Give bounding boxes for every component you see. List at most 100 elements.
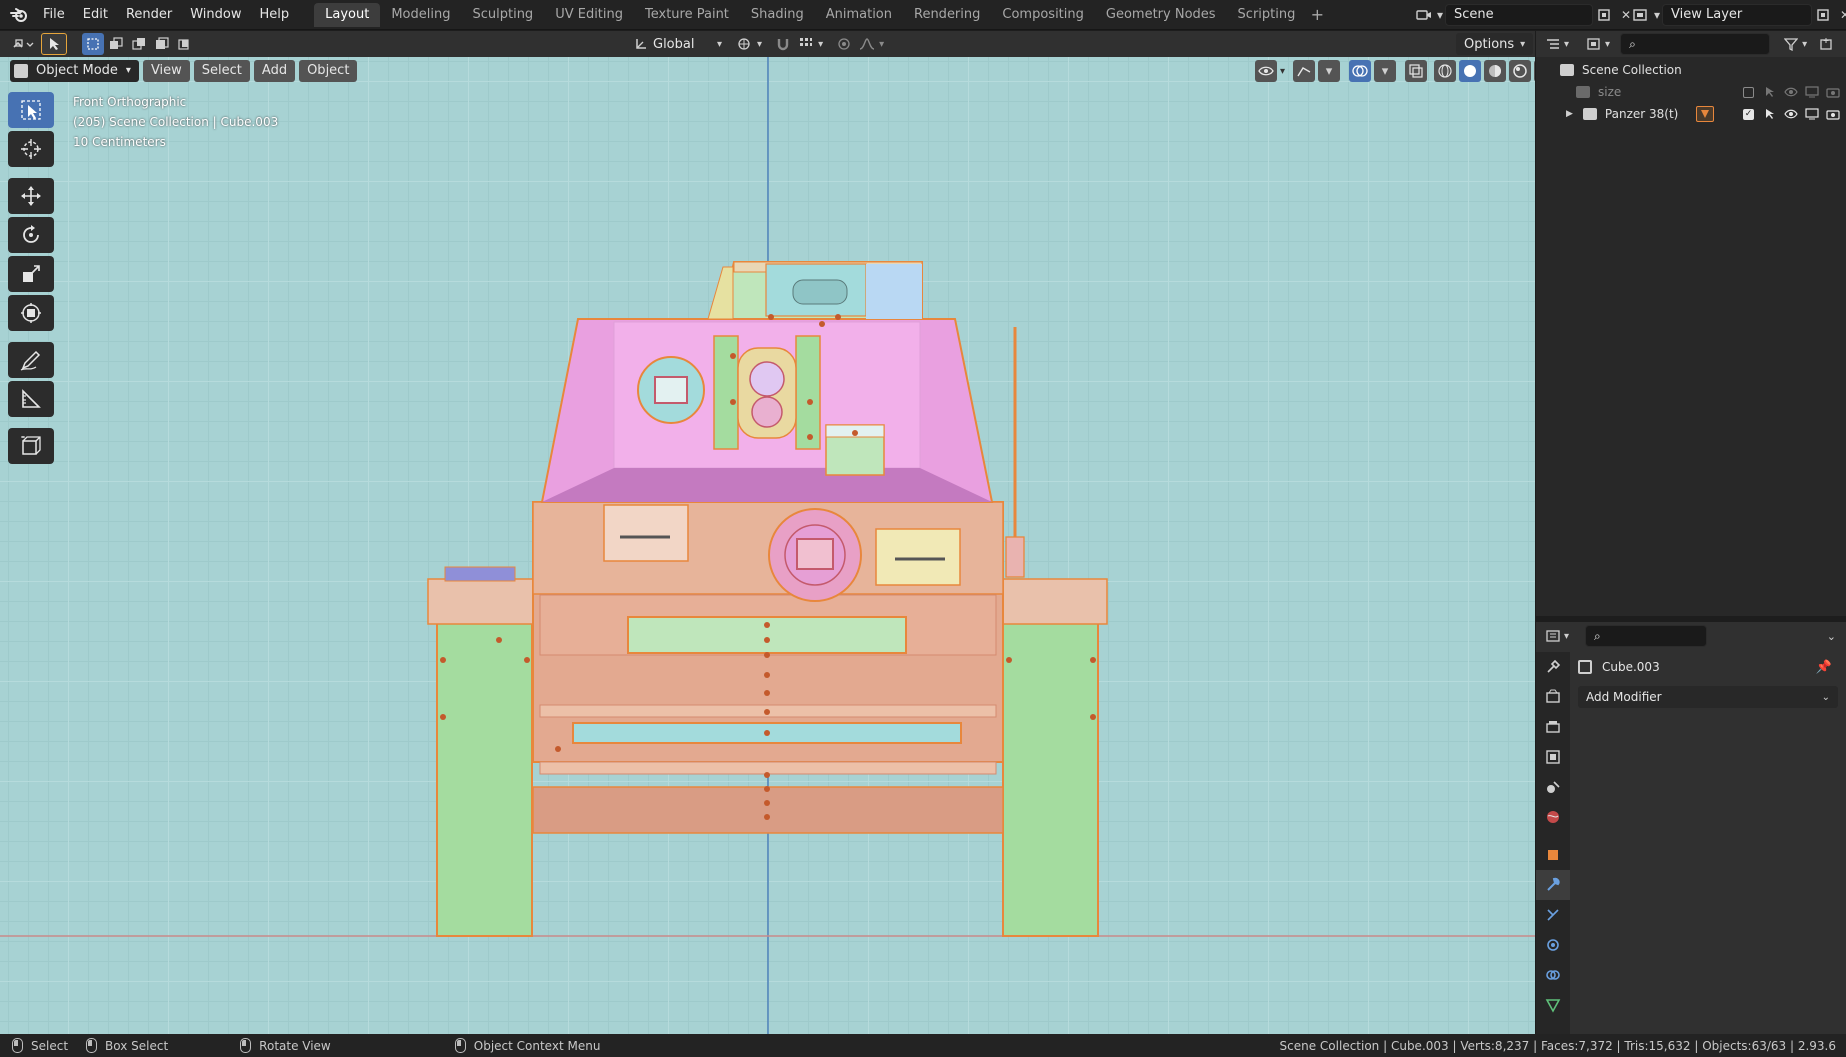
tank-model[interactable] bbox=[0, 57, 1535, 1034]
tab-texture-paint[interactable]: Texture Paint bbox=[634, 3, 740, 27]
object-tab-icon[interactable] bbox=[1536, 840, 1570, 870]
select-mode-extend-icon[interactable] bbox=[105, 33, 127, 55]
snap-increment-icon[interactable] bbox=[795, 33, 817, 55]
annotate-tool[interactable] bbox=[8, 342, 54, 378]
chevron-down-icon[interactable]: ▾ bbox=[879, 39, 884, 50]
mesh-data-icon[interactable] bbox=[1696, 106, 1714, 122]
add-workspace-button[interactable]: + bbox=[1306, 3, 1328, 27]
solid-shading-icon[interactable] bbox=[1459, 60, 1482, 82]
constraints-tab-icon[interactable] bbox=[1536, 960, 1570, 990]
tab-modeling[interactable]: Modeling bbox=[380, 3, 461, 27]
editor-type-icon[interactable] bbox=[6, 33, 40, 55]
tool-tab-icon[interactable] bbox=[1536, 652, 1570, 682]
selectable-arrow-icon[interactable] bbox=[1762, 107, 1777, 122]
chevron-down-icon[interactable]: ▾ bbox=[1564, 39, 1569, 50]
render-tab-icon[interactable] bbox=[1536, 682, 1570, 712]
particles-tab-icon[interactable] bbox=[1536, 900, 1570, 930]
overlays-dropdown-icon[interactable]: ▾ bbox=[1374, 60, 1397, 82]
add-modifier-dropdown[interactable]: Add Modifier ⌄ bbox=[1578, 686, 1838, 708]
chevron-down-icon[interactable]: ▾ bbox=[1605, 39, 1610, 50]
view-layer-tab-icon[interactable] bbox=[1536, 742, 1570, 772]
chevron-down-icon[interactable]: ▾ bbox=[1280, 66, 1285, 77]
data-tab-icon[interactable] bbox=[1536, 990, 1570, 1020]
scene-tab-icon[interactable] bbox=[1536, 772, 1570, 802]
chevron-down-icon[interactable]: ▾ bbox=[757, 39, 762, 50]
select-tool-icon[interactable] bbox=[41, 33, 67, 55]
world-tab-icon[interactable] bbox=[1536, 802, 1570, 832]
exclude-checkbox-icon[interactable] bbox=[1741, 85, 1756, 100]
material-shading-icon[interactable] bbox=[1484, 60, 1507, 82]
tab-geometry-nodes[interactable]: Geometry Nodes bbox=[1095, 3, 1227, 27]
rotate-tool[interactable] bbox=[8, 217, 54, 253]
chevron-down-icon[interactable]: ▾ bbox=[1435, 4, 1445, 26]
properties-editor-icon[interactable] bbox=[1542, 625, 1564, 647]
blender-logo-icon[interactable] bbox=[4, 0, 34, 30]
physics-tab-icon[interactable] bbox=[1536, 930, 1570, 960]
exclude-checkbox-icon[interactable]: ✓ bbox=[1741, 107, 1756, 122]
outliner-item-size[interactable]: size bbox=[1536, 81, 1846, 103]
monitor-icon[interactable] bbox=[1804, 85, 1819, 100]
xray-toggle-icon[interactable] bbox=[1405, 60, 1428, 82]
tab-layout[interactable]: Layout bbox=[314, 2, 381, 27]
falloff-curve-icon[interactable] bbox=[856, 33, 878, 55]
mode-dropdown[interactable]: Object Mode ▾ bbox=[10, 60, 139, 82]
select-mode-subtract-icon[interactable] bbox=[128, 33, 150, 55]
chevron-down-icon[interactable]: ▾ bbox=[717, 39, 722, 50]
tab-rendering[interactable]: Rendering bbox=[903, 3, 991, 27]
tab-compositing[interactable]: Compositing bbox=[991, 3, 1095, 27]
scene-icon[interactable] bbox=[1413, 4, 1435, 26]
new-scene-icon[interactable] bbox=[1593, 4, 1615, 26]
output-tab-icon[interactable] bbox=[1536, 712, 1570, 742]
chevron-down-icon[interactable]: ▾ bbox=[1652, 4, 1662, 26]
view-layer-icon[interactable] bbox=[1630, 4, 1652, 26]
filter-icon[interactable] bbox=[1780, 33, 1802, 55]
add-cube-tool[interactable] bbox=[8, 428, 54, 464]
select-box-tool[interactable] bbox=[8, 92, 54, 128]
menu-edit[interactable]: Edit bbox=[74, 4, 117, 26]
new-collection-icon[interactable] bbox=[1815, 33, 1837, 55]
overlays-icon[interactable] bbox=[1349, 60, 1372, 82]
chevron-down-icon[interactable]: ⌄ bbox=[1827, 630, 1836, 643]
tab-shading[interactable]: Shading bbox=[740, 3, 815, 27]
menu-render[interactable]: Render bbox=[117, 4, 181, 26]
outliner-scene-collection[interactable]: Scene Collection bbox=[1536, 59, 1846, 81]
select-menu[interactable]: Select bbox=[193, 60, 250, 82]
transform-orientation-dropdown[interactable]: Global bbox=[653, 37, 717, 52]
outliner-editor-icon[interactable] bbox=[1542, 33, 1564, 55]
new-view-layer-icon[interactable] bbox=[1812, 4, 1834, 26]
cursor-tool[interactable] bbox=[8, 131, 54, 167]
view-layer-name-field[interactable]: View Layer bbox=[1662, 4, 1812, 26]
3d-viewport[interactable]: Front Orthographic (205) Scene Collectio… bbox=[0, 57, 1535, 1034]
monitor-icon[interactable] bbox=[1804, 107, 1819, 122]
snap-magnet-icon[interactable] bbox=[772, 33, 794, 55]
chevron-down-icon[interactable]: ▾ bbox=[1564, 631, 1569, 642]
disclosure-triangle-icon[interactable]: ▶ bbox=[1566, 109, 1573, 119]
gizmo-dropdown-icon[interactable]: ▾ bbox=[1318, 60, 1341, 82]
visibility-filter-icon[interactable] bbox=[1255, 60, 1277, 82]
options-dropdown[interactable]: Options ▾ bbox=[1456, 33, 1534, 55]
eye-icon[interactable] bbox=[1783, 85, 1798, 100]
properties-search-input[interactable]: ⌕ bbox=[1585, 625, 1708, 647]
tab-sculpting[interactable]: Sculpting bbox=[461, 3, 544, 27]
chevron-down-icon[interactable]: ▾ bbox=[1802, 39, 1807, 50]
scale-tool[interactable] bbox=[8, 256, 54, 292]
object-menu[interactable]: Object bbox=[299, 60, 358, 82]
gizmo-icon[interactable] bbox=[1293, 60, 1316, 82]
tab-uv-editing[interactable]: UV Editing bbox=[544, 3, 634, 27]
outliner-item-panzer[interactable]: ▶ Panzer 38(t) ✓ bbox=[1536, 103, 1846, 125]
transform-tool[interactable] bbox=[8, 295, 54, 331]
add-menu[interactable]: Add bbox=[253, 60, 296, 82]
modifier-tab-icon[interactable] bbox=[1536, 870, 1570, 900]
close-icon[interactable]: ✕ bbox=[1834, 4, 1846, 26]
eye-icon[interactable] bbox=[1783, 107, 1798, 122]
outliner-search-input[interactable]: ⌕ bbox=[1620, 33, 1771, 55]
wireframe-shading-icon[interactable] bbox=[1434, 60, 1457, 82]
tab-animation[interactable]: Animation bbox=[815, 3, 903, 27]
proportional-editing-icon[interactable] bbox=[833, 33, 855, 55]
select-mode-invert-icon[interactable] bbox=[151, 33, 173, 55]
measure-tool[interactable] bbox=[8, 381, 54, 417]
menu-window[interactable]: Window bbox=[181, 4, 250, 26]
display-mode-icon[interactable] bbox=[1583, 33, 1605, 55]
selectable-arrow-icon[interactable] bbox=[1762, 85, 1777, 100]
camera-icon[interactable] bbox=[1825, 107, 1840, 122]
